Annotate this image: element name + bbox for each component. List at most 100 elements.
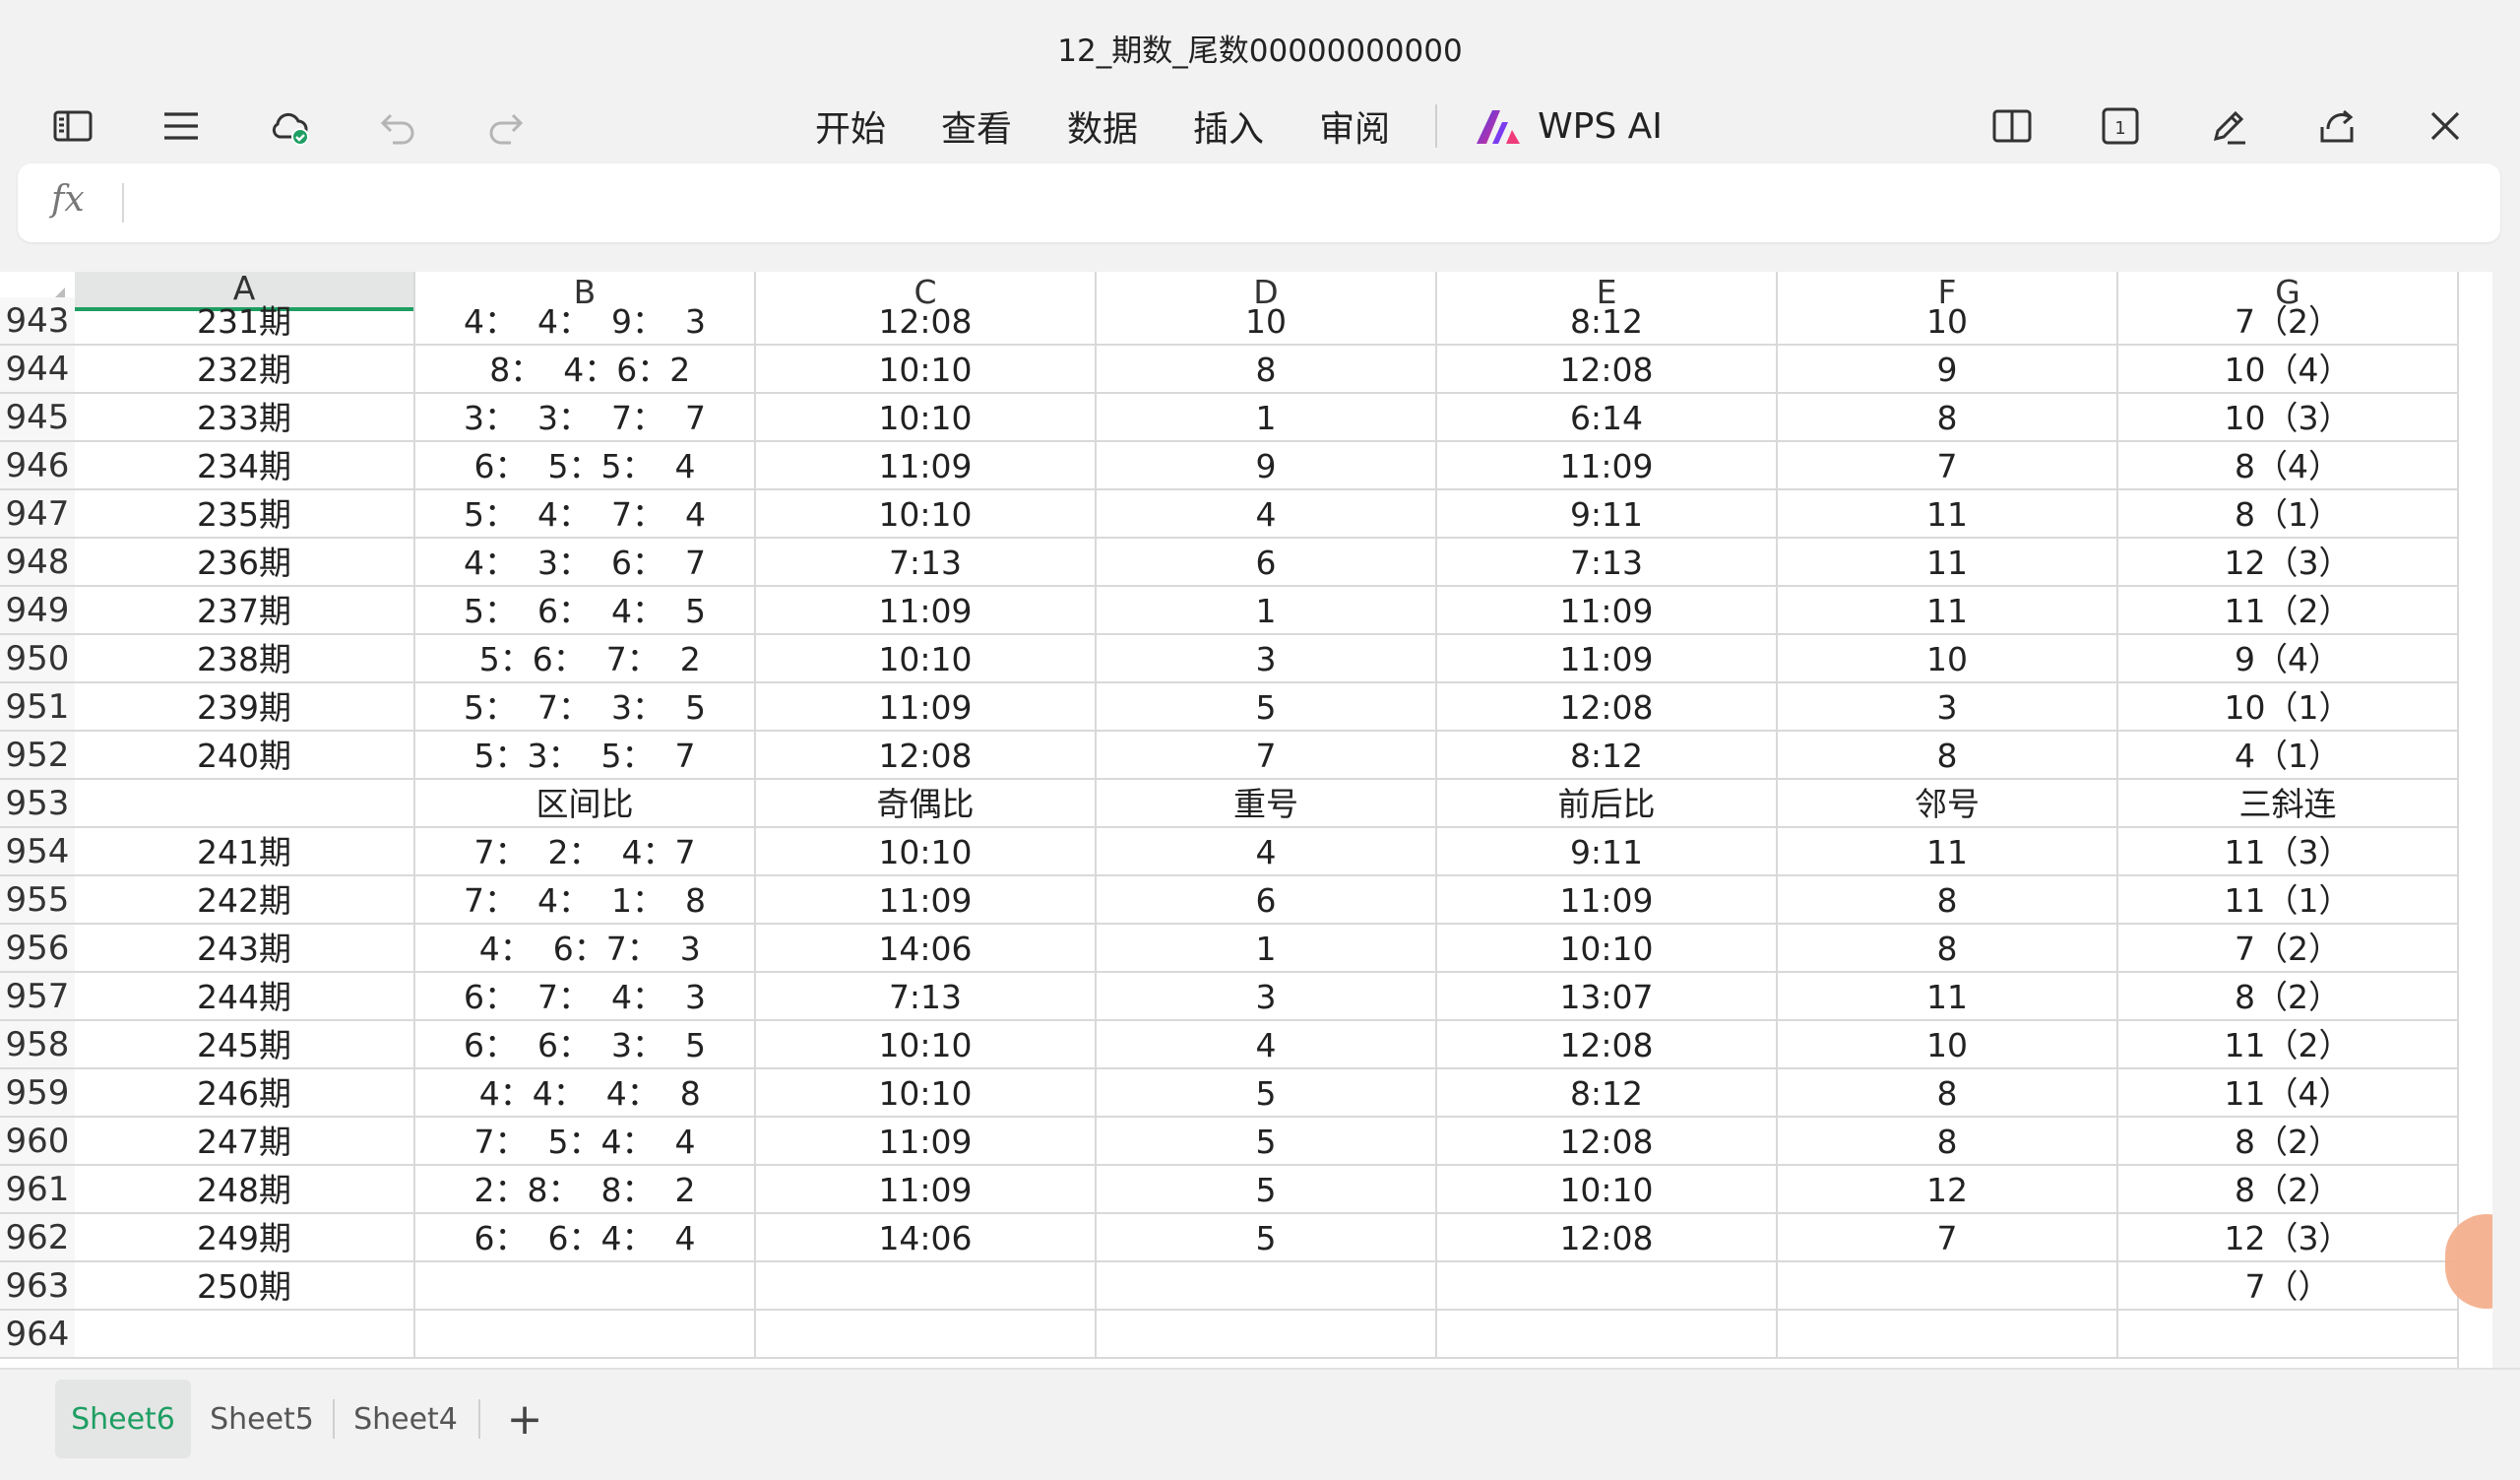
cell-g[interactable]: 8（2） [2118, 973, 2459, 1021]
cell-d[interactable]: 6 [1097, 876, 1437, 925]
cell-b[interactable]: 7： 2： 4：7 [415, 828, 756, 876]
cell-a[interactable]: 244期 [75, 973, 415, 1021]
menu-data[interactable]: 数据 [1040, 100, 1166, 152]
cell-d[interactable]: 5 [1097, 1166, 1437, 1214]
cell-f[interactable]: 8 [1778, 394, 2118, 442]
cell-a[interactable]: 235期 [75, 490, 415, 539]
cell-c[interactable]: 7:13 [756, 973, 1097, 1021]
row-number[interactable]: 957 [0, 973, 75, 1021]
cell-e[interactable]: 7:13 [1437, 539, 1778, 587]
row-number[interactable]: 949 [0, 587, 75, 635]
row-number[interactable]: 950 [0, 635, 75, 683]
cell-e[interactable]: 10:10 [1437, 925, 1778, 973]
cell-a[interactable]: 250期 [75, 1262, 415, 1311]
row-number[interactable]: 960 [0, 1118, 75, 1166]
cell-a[interactable]: 248期 [75, 1166, 415, 1214]
cell-f[interactable]: 12 [1778, 1166, 2118, 1214]
cell-a[interactable]: 238期 [75, 635, 415, 683]
cell-d[interactable]: 9 [1097, 442, 1437, 490]
cell-e[interactable]: 8:12 [1437, 1069, 1778, 1118]
row-number[interactable]: 955 [0, 876, 75, 925]
cell-g[interactable]: 7（2） [2118, 925, 2459, 973]
redo-icon[interactable] [476, 97, 536, 156]
add-sheet-button[interactable]: + [502, 1380, 547, 1458]
formula-bar[interactable]: fx [18, 163, 2500, 242]
cell-a[interactable]: 246期 [75, 1069, 415, 1118]
row-number[interactable]: 951 [0, 683, 75, 732]
cell-d[interactable]: 1 [1097, 587, 1437, 635]
cell-d[interactable]: 3 [1097, 635, 1437, 683]
cell-f[interactable]: 邻号 [1778, 780, 2118, 828]
cell-c[interactable]: 11:09 [756, 1118, 1097, 1166]
cell-f[interactable]: 11 [1778, 587, 2118, 635]
cell-e[interactable] [1437, 1262, 1778, 1311]
cell-b[interactable]: 4： 6：7： 3 [415, 925, 756, 973]
cell-e[interactable]: 11:09 [1437, 442, 1778, 490]
cell-c[interactable]: 11:09 [756, 587, 1097, 635]
cloud-sync-icon[interactable] [260, 97, 319, 156]
cell-c[interactable]: 11:09 [756, 876, 1097, 925]
row-number[interactable]: 948 [0, 539, 75, 587]
cell-g[interactable]: 4（1） [2118, 732, 2459, 780]
cell-b[interactable]: 6： 5：5： 4 [415, 442, 756, 490]
cell-c[interactable]: 14:06 [756, 1214, 1097, 1262]
cell-g[interactable]: 8（2） [2118, 1118, 2459, 1166]
cell-f[interactable]: 10 [1778, 1021, 2118, 1069]
row-number[interactable]: 956 [0, 925, 75, 973]
cell-b[interactable]: 5：3： 5： 7 [415, 732, 756, 780]
cell-b[interactable]: 4：4： 4： 8 [415, 1069, 756, 1118]
cell-g[interactable]: 10（1） [2118, 683, 2459, 732]
cell-d[interactable]: 4 [1097, 1021, 1437, 1069]
cell-a[interactable]: 233期 [75, 394, 415, 442]
cell-d[interactable]: 重号 [1097, 780, 1437, 828]
cell-e[interactable]: 前后比 [1437, 780, 1778, 828]
cell-d[interactable]: 6 [1097, 539, 1437, 587]
cell-g[interactable]: 8（4） [2118, 442, 2459, 490]
cell-f[interactable]: 10 [1778, 635, 2118, 683]
edit-pen-icon[interactable] [2199, 97, 2258, 156]
cell-d[interactable]: 1 [1097, 394, 1437, 442]
cell-f[interactable]: 11 [1778, 828, 2118, 876]
cell-d[interactable]: 4 [1097, 828, 1437, 876]
cell-b[interactable]: 4： 4： 9： 3 [415, 297, 756, 346]
cell-g[interactable]: 11（4） [2118, 1069, 2459, 1118]
row-number[interactable]: 946 [0, 442, 75, 490]
cell-b[interactable]: 3： 3： 7： 7 [415, 394, 756, 442]
cell-b[interactable]: 6： 6：4： 4 [415, 1214, 756, 1262]
wps-ai-button[interactable]: WPS AI [1455, 104, 1663, 148]
cell-e[interactable]: 9:11 [1437, 828, 1778, 876]
cell-b[interactable]: 5：6： 7： 2 [415, 635, 756, 683]
row-number[interactable]: 963 [0, 1262, 75, 1311]
cell-c[interactable]: 10:10 [756, 1021, 1097, 1069]
cell-e[interactable] [1437, 1311, 1778, 1359]
cell-f[interactable]: 11 [1778, 973, 2118, 1021]
cell-b[interactable] [415, 1262, 756, 1311]
cell-f[interactable]: 8 [1778, 1069, 2118, 1118]
page-count-icon[interactable]: 1 [2091, 97, 2150, 156]
cell-c[interactable]: 11:09 [756, 683, 1097, 732]
row-number[interactable]: 945 [0, 394, 75, 442]
cell-a[interactable] [75, 780, 415, 828]
sidebar-icon[interactable] [43, 97, 102, 156]
cell-d[interactable]: 8 [1097, 346, 1437, 394]
cell-c[interactable]: 14:06 [756, 925, 1097, 973]
cell-e[interactable]: 8:12 [1437, 297, 1778, 346]
row-number[interactable]: 952 [0, 732, 75, 780]
cell-e[interactable]: 10:10 [1437, 1166, 1778, 1214]
cell-c[interactable]: 12:08 [756, 297, 1097, 346]
cell-c[interactable]: 7:13 [756, 539, 1097, 587]
cell-g[interactable]: 7（2） [2118, 297, 2459, 346]
cell-b[interactable]: 6： 6： 3： 5 [415, 1021, 756, 1069]
cell-a[interactable]: 231期 [75, 297, 415, 346]
cell-g[interactable]: 10（3） [2118, 394, 2459, 442]
cell-b[interactable]: 5： 7： 3： 5 [415, 683, 756, 732]
cell-g[interactable]: 8（1） [2118, 490, 2459, 539]
cell-e[interactable]: 12:08 [1437, 346, 1778, 394]
cell-c[interactable]: 10:10 [756, 490, 1097, 539]
cell-d[interactable]: 5 [1097, 1069, 1437, 1118]
cell-g[interactable]: 8（2） [2118, 1166, 2459, 1214]
cell-d[interactable]: 5 [1097, 1214, 1437, 1262]
cell-e[interactable]: 13:07 [1437, 973, 1778, 1021]
cell-b[interactable]: 4： 3： 6： 7 [415, 539, 756, 587]
sheet-tab-sheet4[interactable]: Sheet4 [346, 1380, 465, 1458]
